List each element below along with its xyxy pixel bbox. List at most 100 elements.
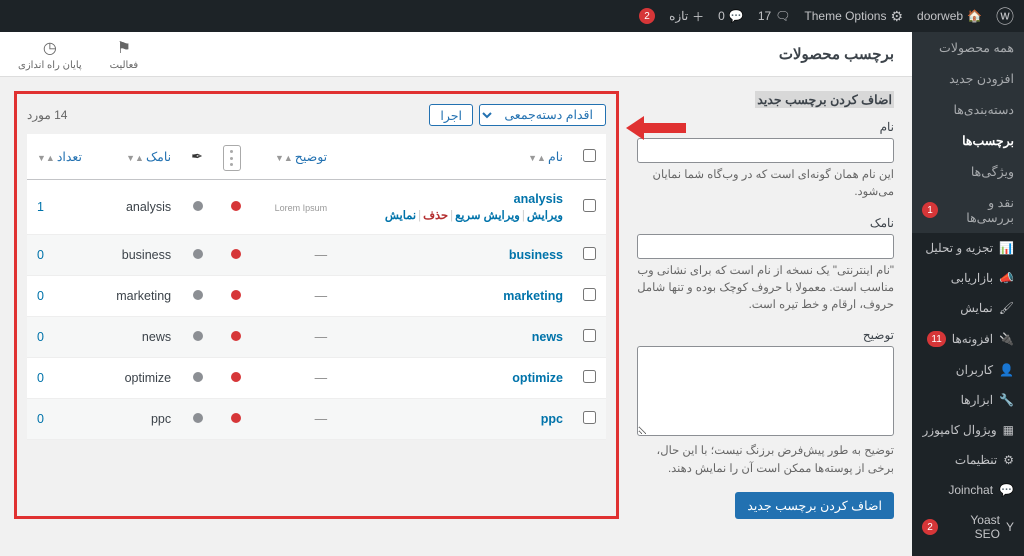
readability-dot — [181, 276, 213, 317]
tab-activity[interactable]: ⚑فعالیت — [110, 38, 139, 71]
update-badge[interactable]: 2 — [639, 8, 655, 24]
col-name[interactable]: نام▲▼ — [337, 134, 573, 180]
tag-desc: — — [251, 276, 337, 317]
sidebar-item-categories[interactable]: دسته‌بندی‌ها — [912, 94, 1024, 125]
slug-help: "نام اینترنتی" یک نسخه از نام است که برا… — [637, 263, 894, 315]
name-input[interactable] — [637, 138, 894, 163]
tag-name-link[interactable]: marketing — [503, 289, 563, 303]
site-home[interactable]: 🏠 doorweb — [917, 9, 982, 23]
sidebar-item-vc[interactable]: ▦ ویژوال کامپوزر — [912, 415, 1024, 445]
tag-name-link[interactable]: ppc — [541, 412, 563, 426]
sidebar-item-settings[interactable]: ⚙ تنظیمات — [912, 445, 1024, 475]
desc-input[interactable] — [637, 346, 894, 436]
apply-button[interactable]: اجرا — [429, 104, 473, 126]
tab-finish-setup[interactable]: ◷پایان راه اندازی — [18, 38, 82, 71]
tag-desc: — — [251, 317, 337, 358]
tag-count[interactable]: 0 — [27, 276, 92, 317]
theme-options[interactable]: ⚙ Theme Options — [804, 8, 903, 25]
col-readability: ✒ — [181, 134, 213, 180]
seo-dot — [213, 276, 251, 317]
seo-dot — [213, 317, 251, 358]
table-row: optimize—optimize0 — [27, 358, 606, 399]
annotation-arrow-icon — [626, 116, 686, 140]
readability-dot — [181, 358, 213, 399]
tag-name-link[interactable]: analysis — [514, 192, 563, 206]
col-count[interactable]: تعداد▲▼ — [27, 134, 92, 180]
select-all-checkbox[interactable] — [583, 149, 596, 162]
row-edit[interactable]: ویرایش — [527, 210, 563, 222]
sidebar-item-reviews[interactable]: نقد و بررسی‌ها1 — [912, 187, 1024, 233]
page-title: برچسب محصولات — [779, 45, 894, 63]
sidebar-item-analytics[interactable]: 📊 تجزیه و تحلیل — [912, 233, 1024, 263]
row-checkbox[interactable] — [583, 411, 596, 424]
tag-slug: ppc — [92, 399, 181, 440]
slug-input[interactable] — [637, 234, 894, 259]
comments-bubble[interactable]: 💬 0 — [718, 9, 744, 23]
seo-dot — [213, 358, 251, 399]
add-tag-button[interactable]: اضاف کردن برچسب جدید — [735, 492, 894, 519]
table-row: marketing—marketing0 — [27, 276, 606, 317]
readability-dot — [181, 317, 213, 358]
wp-logo-icon[interactable]: ⓦ — [996, 3, 1014, 29]
col-desc[interactable]: توضیح▲▼ — [251, 134, 337, 180]
sidebar-item-add-new[interactable]: افزودن جدید — [912, 63, 1024, 94]
tag-slug: optimize — [92, 358, 181, 399]
row-checkbox[interactable] — [583, 370, 596, 383]
sidebar-item-tags[interactable]: برچسب‌ها — [912, 125, 1024, 156]
tag-desc: Lorem Ipsum — [251, 180, 337, 235]
sidebar-item-joinchat[interactable]: 💬 Joinchat — [912, 475, 1024, 505]
desc-help: توضیح به طور پیش‌فرض برزنگ نیست؛ با این … — [637, 443, 894, 478]
row-view[interactable]: نمایش — [385, 210, 416, 222]
tag-desc: — — [251, 235, 337, 276]
bulk-action-select[interactable]: اقدام دسته‌جمعی — [479, 104, 606, 126]
sidebar-item-tools[interactable]: 🔧 ابزارها — [912, 385, 1024, 415]
seo-dot — [213, 399, 251, 440]
page-header: برچسب محصولات ⚑فعالیت ◷پایان راه اندازی — [0, 32, 912, 77]
add-new[interactable]: ＋ تازه — [669, 8, 704, 25]
content-area: برچسب محصولات ⚑فعالیت ◷پایان راه اندازی … — [0, 32, 912, 556]
tag-desc: — — [251, 399, 337, 440]
seo-dot — [213, 180, 251, 235]
tag-count[interactable]: 0 — [27, 358, 92, 399]
sidebar-item-marketing[interactable]: 📣 بازاریابی — [912, 263, 1024, 293]
tag-count[interactable]: 0 — [27, 235, 92, 276]
sidebar-item-appearance[interactable]: 🖌 نمایش — [912, 293, 1024, 323]
tag-name-link[interactable]: optimize — [512, 371, 563, 385]
tag-name-link[interactable]: news — [532, 330, 563, 344]
name-help: این نام همان گونه‌ای است که در وب‌گاه شم… — [637, 167, 894, 202]
row-actions: ویرایش|ویرایش سریع|حذف|نمایش — [347, 208, 563, 222]
sidebar-item-users[interactable]: 👤 کاربران — [912, 355, 1024, 385]
admin-bar: ⓦ 🏠 doorweb ⚙ Theme Options 🗨 17 💬 0 ＋ ت… — [0, 0, 1024, 32]
add-tag-form: اضاف کردن برچسب جدید نام این نام همان گو… — [637, 91, 912, 519]
row-checkbox[interactable] — [583, 199, 596, 212]
tag-name-link[interactable]: business — [509, 248, 563, 262]
tags-table-wrap: اقدام دسته‌جمعی اجرا 14 مورد نام▲▼ توضیح… — [14, 91, 619, 519]
sidebar-item-yoast[interactable]: Y Yoast SEO2 — [912, 505, 1024, 549]
sidebar-item-plugins[interactable]: 🔌 افزونه‌ها11 — [912, 323, 1024, 355]
feather-icon: ✒ — [191, 148, 203, 164]
row-checkbox[interactable] — [583, 288, 596, 301]
col-slug[interactable]: نامک▲▼ — [92, 134, 181, 180]
form-heading: اضاف کردن برچسب جدید — [755, 91, 894, 108]
desc-label: توضیح — [637, 328, 894, 342]
sidebar-item-attributes[interactable]: ویژگی‌ها — [912, 156, 1024, 187]
table-row: business—business0 — [27, 235, 606, 276]
tag-count[interactable]: 0 — [27, 317, 92, 358]
gear-icon: ⚙ — [890, 8, 903, 25]
tag-count[interactable]: 0 — [27, 399, 92, 440]
readability-dot — [181, 399, 213, 440]
row-checkbox[interactable] — [583, 329, 596, 342]
tag-desc: — — [251, 358, 337, 399]
tags-table: نام▲▼ توضیح▲▼ ✒ نامک▲▼ تعداد▲▼ analysis و… — [27, 134, 606, 440]
comments-count[interactable]: 🗨 17 — [758, 9, 791, 23]
row-delete[interactable]: حذف — [423, 210, 448, 222]
tag-count[interactable]: 1 — [27, 180, 92, 235]
tag-slug: business — [92, 235, 181, 276]
table-row: ppc—ppc0 — [27, 399, 606, 440]
sidebar-item-all-products[interactable]: همه محصولات — [912, 32, 1024, 63]
row-quick-edit[interactable]: ویرایش سریع — [455, 210, 520, 222]
admin-sidebar: همه محصولات افزودن جدید دسته‌بندی‌ها برچ… — [912, 32, 1024, 556]
sidebar-item-slider[interactable]: ◧ Slider Revolution — [912, 549, 1024, 556]
slug-label: نامک — [637, 216, 894, 230]
row-checkbox[interactable] — [583, 247, 596, 260]
